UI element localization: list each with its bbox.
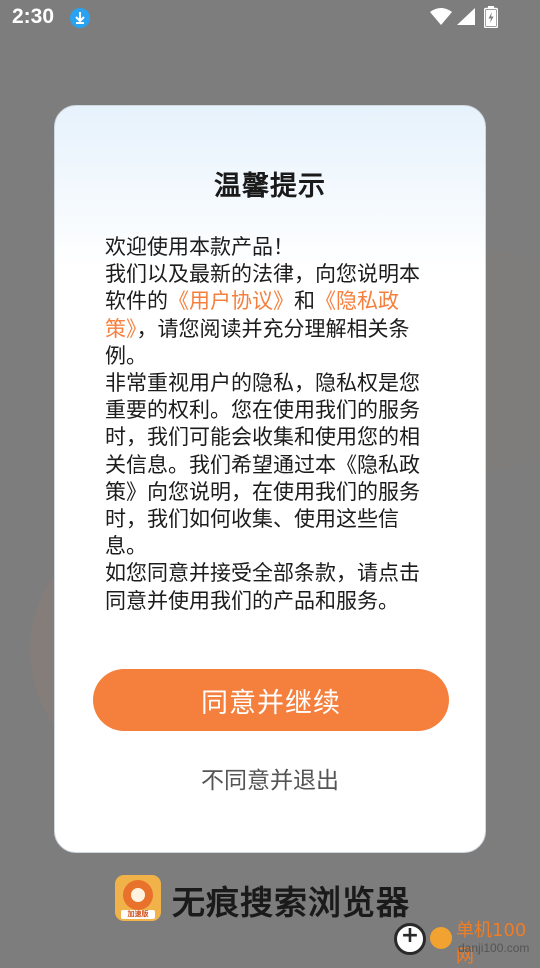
status-bar: 2:30 [0, 0, 540, 36]
disagree-exit-button[interactable]: 不同意并退出 [55, 761, 485, 795]
terms-paragraph: 我们以及最新的法律，向您说明本软件的《用户协议》和《隐私政策》，请您阅读并充分理… [105, 261, 435, 370]
app-logo-icon: 加速版 [115, 875, 161, 921]
watermark-dot-icon [430, 927, 452, 949]
dialog-body: 欢迎使用本款产品！ 我们以及最新的法律，向您说明本软件的《用户协议》和《隐私政策… [105, 234, 435, 615]
battery-charging-icon [483, 6, 499, 32]
logo-ring [123, 880, 153, 910]
site-watermark: 单机100网 danji100.com [392, 915, 540, 967]
dialog-title: 温馨提示 [214, 171, 326, 202]
privacy-dialog: 温馨提示 欢迎使用本款产品！ 我们以及最新的法律，向您说明本软件的《用户协议》和… [54, 105, 486, 853]
agree-continue-button[interactable]: 同意并继续 [93, 669, 449, 731]
privacy-paragraph: 非常重视用户的隐私，隐私权是您重要的权利。您在使用我们的服务时，我们可能会收集和… [105, 371, 420, 559]
download-icon [70, 8, 90, 28]
consent-paragraph: 如您同意并接受全部条款，请点击同意并使用我们的产品和服务。 [105, 561, 420, 613]
watermark-site-url: danji100.com [458, 941, 530, 955]
watermark-plus-icon [394, 923, 426, 955]
user-agreement-link[interactable]: 《用户协议》 [168, 289, 294, 313]
terms-text: 和 [294, 289, 315, 314]
status-time: 2:30 [12, 5, 55, 28]
terms-text: ，请您阅读并充分理解相关条例。 [105, 316, 410, 368]
logo-tag: 加速版 [121, 910, 155, 919]
app-name: 无痕搜索浏览器 [172, 883, 410, 922]
welcome-text: 欢迎使用本款产品！ [105, 235, 294, 259]
signal-icon [456, 8, 476, 30]
wifi-icon [430, 8, 452, 30]
